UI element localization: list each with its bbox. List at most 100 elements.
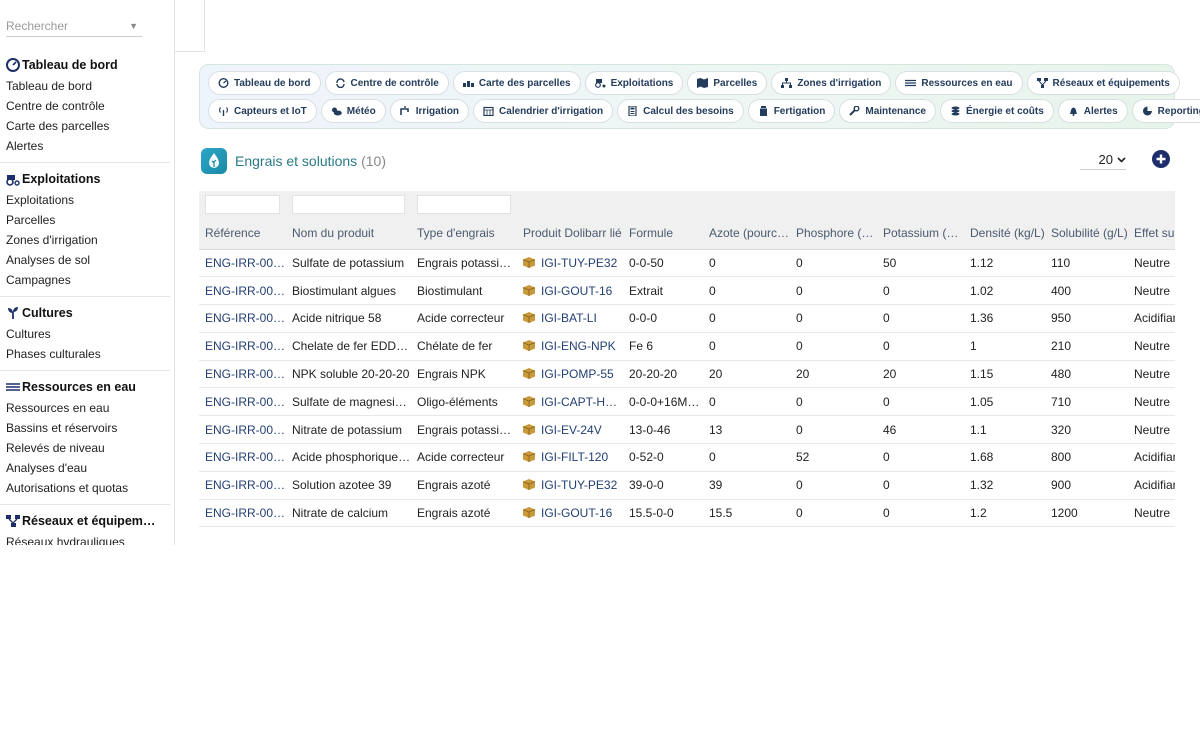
page-size-select[interactable]: 20	[1080, 150, 1126, 170]
product-link[interactable]: IGI-GOUT-16	[541, 284, 612, 298]
cell-produit-dolibarr[interactable]: IGI-TUY-PE32	[517, 249, 623, 278]
sidebar-item-bassins-et-reservoirs[interactable]: Bassins et réservoirs	[0, 418, 170, 438]
cell-reference[interactable]: ENG-IRR-0004	[199, 415, 286, 445]
tab-label: Exploitations	[610, 77, 674, 89]
table-row[interactable]: ENG-IRR-0010 Sulfate de potassium Engrais …	[199, 249, 1175, 278]
filter-type-engrais-input[interactable]	[417, 195, 511, 214]
sidebar-item-alertes[interactable]: Alertes	[0, 136, 170, 156]
menu-title-dashboard[interactable]: Tableau de bord	[0, 56, 170, 74]
sidebar-item-parcelles[interactable]: Parcelles	[0, 210, 170, 230]
product-link[interactable]: IGI-TUY-PE32	[541, 478, 617, 492]
cell-produit-dolibarr[interactable]: IGI-FILT-120	[517, 443, 623, 472]
tab-maintenance[interactable]: Maintenance	[839, 99, 936, 123]
cell-produit-dolibarr[interactable]: IGI-GOUT-16	[517, 276, 623, 306]
cell-reference[interactable]: ENG-IRR-0002	[199, 471, 286, 500]
tab-reporting[interactable]: Reporting	[1131, 99, 1200, 123]
product-link[interactable]: IGI-FILT-120	[541, 450, 608, 464]
column-header-solubilite[interactable]: Solubilité (g/L)	[1045, 217, 1128, 250]
sidebar-item-autorisations-et-quotas[interactable]: Autorisations et quotas	[0, 478, 170, 498]
menu-title-exploitations[interactable]: Exploitations	[0, 170, 170, 188]
sidebar-item-ressources-en-eau[interactable]: Ressources en eau	[0, 398, 170, 418]
column-header-densite[interactable]: Densité (kg/L)	[964, 217, 1045, 250]
tab-alertes[interactable]: Alertes	[1057, 99, 1128, 123]
table-row[interactable]: ENG-IRR-0004 Nitrate de potassium Engrais …	[199, 415, 1175, 445]
tab-irrigation[interactable]: Irrigation	[389, 99, 470, 123]
tab-fertigation[interactable]: Fertigation	[747, 99, 836, 123]
sidebar-item-centre-de-controle[interactable]: Centre de contrôle	[0, 96, 170, 116]
cell-produit-dolibarr[interactable]: IGI-TUY-PE32	[517, 471, 623, 500]
cell-produit-dolibarr[interactable]: IGI-GOUT-16	[517, 499, 623, 528]
column-header-nom-produit[interactable]: Nom du produit	[286, 217, 411, 250]
cell-produit-dolibarr[interactable]: IGI-ENG-NPK	[517, 332, 623, 361]
chevron-down-icon[interactable]: ▼	[129, 18, 138, 35]
cell-reference[interactable]: ENG-IRR-0008	[199, 304, 286, 333]
table-row[interactable]: ENG-IRR-0001 Nitrate de calcium Engrais az…	[199, 499, 1175, 528]
table-row[interactable]: ENG-IRR-0003 Acide phosphorique 52 Acide c…	[199, 443, 1175, 472]
tab-parcelles[interactable]: Parcelles	[687, 71, 768, 95]
tab-exploitations[interactable]: Exploitations	[584, 71, 684, 95]
menu-title-reseaux[interactable]: Réseaux et équipem…	[0, 512, 170, 530]
tab-ressources-en-eau[interactable]: Ressources en eau	[895, 71, 1023, 95]
table-row[interactable]: ENG-IRR-0008 Acide nitrique 58 Acide corre…	[199, 304, 1175, 333]
sidebar-item-campagnes[interactable]: Campagnes	[0, 270, 170, 290]
sidebar-item-tableau-de-bord[interactable]: Tableau de bord	[0, 76, 170, 96]
product-link[interactable]: IGI-GOUT-16	[541, 506, 612, 520]
tab-energie-et-couts[interactable]: Énergie et coûts	[939, 99, 1054, 123]
column-header-formule[interactable]: Formule	[623, 217, 703, 250]
product-link[interactable]: IGI-EV-24V	[541, 423, 602, 437]
sidebar-item-phases-culturales[interactable]: Phases culturales	[0, 344, 170, 364]
cell-reference[interactable]: ENG-IRR-0007	[199, 332, 286, 361]
tab-calendrier-irrigation[interactable]: Calendrier d'irrigation	[473, 99, 614, 123]
product-link[interactable]: IGI-TUY-PE32	[541, 256, 617, 270]
column-header-phosphore[interactable]: Phosphore (…	[790, 217, 877, 250]
column-header-effet[interactable]: Effet sur	[1128, 217, 1175, 250]
sidebar-item-releves-de-niveau[interactable]: Relevés de niveau	[0, 438, 170, 458]
tab-zones-irrigation[interactable]: Zones d'irrigation	[771, 71, 892, 95]
product-link[interactable]: IGI-POMP-55	[541, 367, 614, 381]
menu-title-ressources-en-eau[interactable]: Ressources en eau	[0, 378, 170, 396]
sidebar-item-reseaux-hydrauliques[interactable]: Réseaux hydrauliques	[0, 532, 170, 545]
table-row[interactable]: ENG-IRR-0007 Chelate de fer EDDHA Chélate …	[199, 332, 1175, 361]
column-header-reference[interactable]: Référence	[199, 217, 286, 250]
cell-reference[interactable]: ENG-IRR-0005	[199, 387, 286, 417]
add-record-button[interactable]	[1152, 150, 1170, 168]
cell-produit-dolibarr[interactable]: IGI-BAT-LI	[517, 304, 623, 333]
cell-produit-dolibarr[interactable]: IGI-CAPT-HUM	[517, 387, 623, 417]
sidebar-item-carte-des-parcelles[interactable]: Carte des parcelles	[0, 116, 170, 136]
sidebar-item-cultures[interactable]: Cultures	[0, 324, 170, 344]
tab-meteo[interactable]: Météo	[320, 99, 386, 123]
cell-reference[interactable]: ENG-IRR-0006	[199, 360, 286, 389]
product-link[interactable]: IGI-CAPT-HUM	[541, 395, 623, 409]
tab-centre-de-controle[interactable]: Centre de contrôle	[324, 71, 449, 95]
tab-capteurs-et-iot[interactable]: Capteurs et IoT	[208, 99, 317, 123]
sidebar-item-analyses-eau[interactable]: Analyses d'eau	[0, 458, 170, 478]
tab-tableau-de-bord[interactable]: Tableau de bord	[208, 71, 321, 95]
tab-calcul-des-besoins[interactable]: Calcul des besoins	[617, 99, 744, 123]
tab-reseaux-et-equipements[interactable]: Réseaux et équipements	[1026, 71, 1180, 95]
cell-reference[interactable]: ENG-IRR-0009	[199, 276, 286, 306]
column-header-produit-dolibarr[interactable]: Produit Dolibarr lié	[517, 217, 623, 250]
column-header-azote[interactable]: Azote (pourc…	[703, 217, 790, 250]
table-row[interactable]: ENG-IRR-0002 Solution azotee 39 Engrais az…	[199, 471, 1175, 500]
cell-produit-dolibarr[interactable]: IGI-POMP-55	[517, 360, 623, 389]
column-header-type-engrais[interactable]: Type d'engrais	[411, 217, 517, 250]
cell-reference[interactable]: ENG-IRR-0003	[199, 443, 286, 472]
table-row[interactable]: ENG-IRR-0005 Sulfate de magnesium Oligo-él…	[199, 387, 1175, 417]
filter-nom-produit-input[interactable]	[292, 195, 405, 214]
filter-reference-input[interactable]	[205, 195, 280, 214]
cell-produit-dolibarr[interactable]: IGI-EV-24V	[517, 415, 623, 445]
cell-reference[interactable]: ENG-IRR-0010	[199, 249, 286, 278]
tab-carte-des-parcelles[interactable]: Carte des parcelles	[452, 71, 581, 95]
sidebar-item-exploitations[interactable]: Exploitations	[0, 190, 170, 210]
table-row[interactable]: ENG-IRR-0009 Biostimulant algues Biostimul…	[199, 276, 1175, 306]
pie-chart-icon	[1142, 106, 1152, 116]
product-link[interactable]: IGI-ENG-NPK	[541, 339, 616, 353]
search-input[interactable]: Rechercher ▼	[6, 18, 142, 37]
cell-reference[interactable]: ENG-IRR-0001	[199, 499, 286, 528]
column-header-potassium[interactable]: Potassium (…	[877, 217, 964, 250]
table-row[interactable]: ENG-IRR-0006 NPK soluble 20-20-20 Engrais …	[199, 360, 1175, 389]
sidebar-item-analyses-de-sol[interactable]: Analyses de sol	[0, 250, 170, 270]
menu-title-cultures[interactable]: Cultures	[0, 304, 170, 322]
product-link[interactable]: IGI-BAT-LI	[541, 311, 597, 325]
sidebar-item-zones-irrigation[interactable]: Zones d'irrigation	[0, 230, 170, 250]
